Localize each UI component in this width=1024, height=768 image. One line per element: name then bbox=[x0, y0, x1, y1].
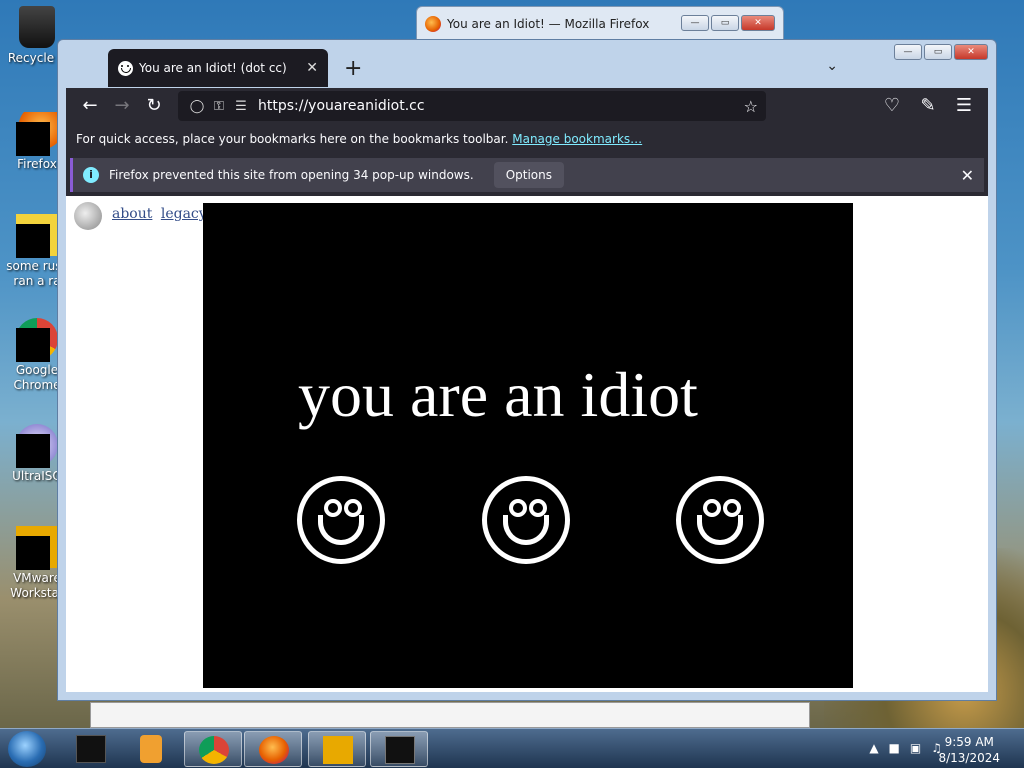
reload-icon[interactable]: ↻ bbox=[138, 92, 170, 120]
desktop-icon-label: UltraISO bbox=[12, 469, 62, 483]
shield-icon[interactable]: ◯ bbox=[186, 99, 208, 114]
options-button[interactable]: Options bbox=[493, 162, 564, 188]
file-icon bbox=[16, 214, 58, 258]
minimize-button[interactable]: — bbox=[681, 15, 709, 31]
idiot-animation: you are an idiot bbox=[203, 203, 853, 688]
display-icon[interactable]: ▣ bbox=[910, 741, 921, 755]
bookmarks-toolbar: For quick access, place your bookmarks h… bbox=[66, 124, 988, 154]
app-icon bbox=[385, 736, 415, 764]
firefox-window[interactable]: You are an Idiot! (dot cc) ✕ + ⌄ — ▭ ✕ ←… bbox=[57, 39, 997, 701]
disc-icon bbox=[16, 424, 58, 468]
clock-time: 9:59 AM bbox=[944, 735, 994, 749]
close-button[interactable]: ✕ bbox=[954, 44, 988, 60]
popup-blocked-notification: i Firefox prevented this site from openi… bbox=[66, 154, 988, 196]
taskbar-item-chrome[interactable] bbox=[184, 731, 242, 767]
background-window-bottom bbox=[90, 702, 810, 728]
close-button[interactable]: ✕ bbox=[741, 15, 775, 31]
extensions-icon[interactable]: ✎ bbox=[912, 92, 944, 120]
smiley-face-icon bbox=[482, 476, 570, 564]
media-player-icon bbox=[140, 735, 162, 763]
desktop-icon-label: VMware Workstat bbox=[10, 571, 64, 600]
chrome-icon bbox=[199, 736, 229, 764]
desktop-icon-label: Google Chrome bbox=[13, 363, 61, 392]
system-tray: ▲ ■ ▣ ♫ bbox=[869, 741, 942, 755]
maximize-button[interactable]: ▭ bbox=[711, 15, 739, 31]
back-arrow-icon[interactable]: ← bbox=[74, 92, 106, 120]
firefox-icon bbox=[16, 112, 58, 156]
browser-viewport: ← → ↻ ◯ ⚿ ☰ https://youareanidiot.cc ☆ ♡… bbox=[66, 88, 988, 692]
smiley-favicon-icon bbox=[118, 60, 133, 76]
tab-you-are-an-idiot[interactable]: You are an Idiot! (dot cc) ✕ bbox=[108, 49, 328, 87]
chrome-icon bbox=[16, 318, 58, 362]
page-content: about legacy safe you are an idiot bbox=[66, 196, 988, 688]
url-text[interactable]: https://youareanidiot.cc bbox=[258, 98, 425, 114]
window-title: You are an Idiot! — Mozilla Firefox bbox=[447, 17, 650, 31]
taskbar-item-firefox[interactable] bbox=[244, 731, 302, 767]
tab-strip: You are an Idiot! (dot cc) ✕ + ⌄ bbox=[66, 46, 988, 88]
about-link[interactable]: about bbox=[112, 206, 152, 222]
menu-hamburger-icon[interactable]: ☰ bbox=[948, 92, 980, 120]
tray-expand-icon[interactable]: ▲ bbox=[869, 741, 878, 755]
terminal-icon bbox=[76, 735, 106, 763]
vmware-icon bbox=[323, 736, 353, 764]
permissions-icon[interactable]: ☰ bbox=[230, 99, 252, 114]
tab-list-chevron-icon[interactable]: ⌄ bbox=[826, 58, 838, 74]
new-tab-button[interactable]: + bbox=[344, 56, 362, 81]
clock[interactable]: 9:59 AM 8/13/2024 bbox=[938, 734, 1000, 766]
maximize-button[interactable]: ▭ bbox=[924, 44, 952, 60]
firefox-icon bbox=[259, 736, 289, 764]
smiley-face-icon bbox=[676, 476, 764, 564]
taskbar-item-media-player[interactable] bbox=[122, 731, 180, 767]
minimize-button[interactable]: — bbox=[894, 44, 922, 60]
firefox-icon bbox=[425, 16, 441, 32]
pocket-icon[interactable]: ♡ bbox=[876, 92, 908, 120]
notification-text: Firefox prevented this site from opening… bbox=[109, 168, 474, 182]
legacy-link[interactable]: legacy bbox=[161, 206, 207, 222]
taskbar-item-terminal[interactable] bbox=[62, 731, 120, 767]
headline-text: you are an idiot bbox=[298, 359, 698, 430]
recycle-bin-icon bbox=[19, 6, 55, 48]
speaker-icon[interactable] bbox=[74, 202, 102, 230]
bookmark-star-icon[interactable]: ☆ bbox=[744, 97, 758, 116]
desktop-icon-label: Firefox bbox=[17, 157, 57, 171]
forward-arrow-icon[interactable]: → bbox=[106, 92, 138, 120]
lock-icon[interactable]: ⚿ bbox=[208, 99, 230, 114]
clock-date: 8/13/2024 bbox=[938, 751, 1000, 765]
notification-close-icon[interactable]: ✕ bbox=[961, 166, 974, 185]
taskbar: ▲ ■ ▣ ♫ 9:59 AM 8/13/2024 bbox=[0, 728, 1024, 768]
tab-title: You are an Idiot! (dot cc) bbox=[139, 61, 287, 75]
bookmarks-hint: For quick access, place your bookmarks h… bbox=[76, 132, 509, 146]
network-icon[interactable]: ■ bbox=[889, 741, 900, 755]
tab-close-icon[interactable]: ✕ bbox=[306, 60, 318, 76]
nav-toolbar: ← → ↻ ◯ ⚿ ☰ https://youareanidiot.cc ☆ ♡… bbox=[66, 88, 988, 124]
taskbar-item-app[interactable] bbox=[370, 731, 428, 767]
manage-bookmarks-link[interactable]: Manage bookmarks… bbox=[512, 132, 642, 146]
url-bar[interactable]: ◯ ⚿ ☰ https://youareanidiot.cc ☆ bbox=[178, 91, 766, 121]
start-button[interactable] bbox=[8, 731, 46, 767]
vmware-icon bbox=[16, 526, 58, 570]
info-icon: i bbox=[83, 167, 99, 183]
taskbar-item-vmware[interactable] bbox=[308, 731, 366, 767]
smiley-face-icon bbox=[297, 476, 385, 564]
